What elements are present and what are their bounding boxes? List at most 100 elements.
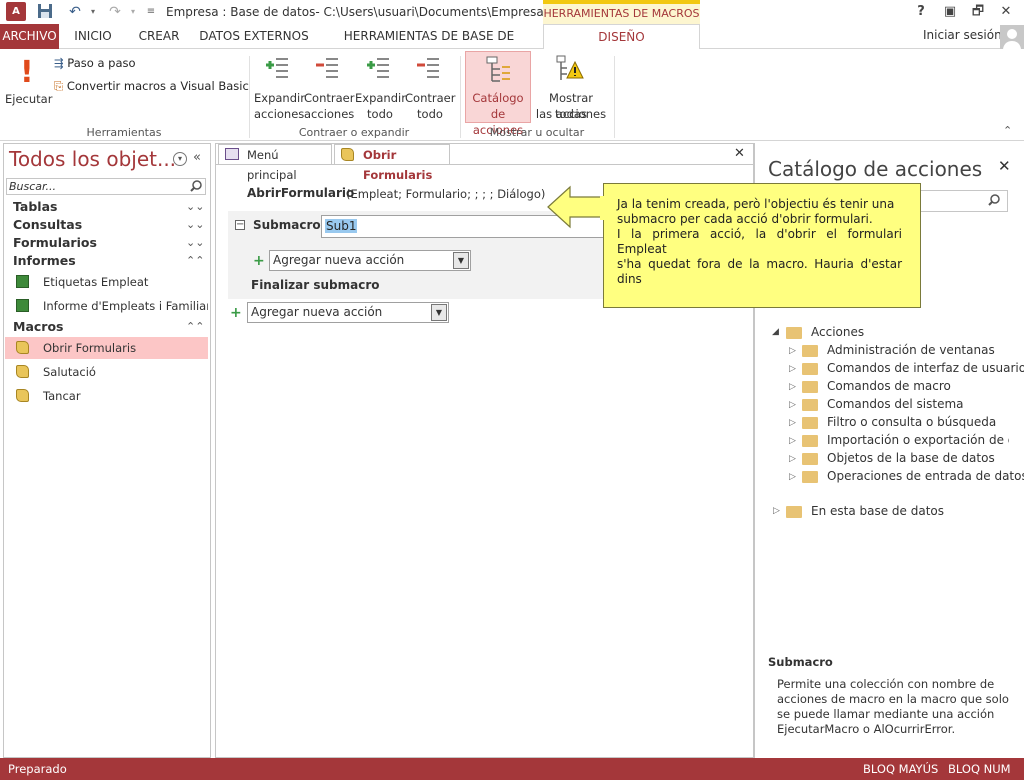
collapse-all-icon: [417, 58, 439, 78]
dropdown-arrow-icon[interactable]: ▼: [453, 252, 469, 269]
nav-category-tablas[interactable]: Tablas: [13, 199, 57, 214]
nav-collapse-icon[interactable]: «: [193, 150, 201, 165]
collapsed-arrow-icon[interactable]: ▷: [789, 454, 796, 464]
description-line: EjecutarMacro o AlOcurrirError.: [777, 722, 956, 736]
search-icon[interactable]: [987, 193, 1003, 209]
tree-item-folder[interactable]: Comandos de macro: [827, 379, 951, 393]
tree-item-folder[interactable]: Importación o exportación de datc: [827, 433, 1009, 447]
undo-icon[interactable]: ↶: [66, 3, 84, 21]
expand-all-button[interactable]: Expandir todo: [355, 54, 406, 122]
collapsed-arrow-icon[interactable]: ▷: [773, 506, 780, 516]
nav-category-consultas[interactable]: Consultas: [13, 217, 82, 232]
show-all-actions-button[interactable]: Mostrar todas las acciones: [533, 54, 609, 122]
tab-diseno[interactable]: DISEÑO: [543, 24, 700, 50]
run-button[interactable]: ! Ejecutar: [5, 55, 52, 115]
tree-item-folder[interactable]: Administración de ventanas: [827, 343, 995, 357]
expand-actions-button[interactable]: Expandir acciones: [254, 54, 305, 122]
nav-item-macro[interactable]: Salutació: [5, 361, 208, 383]
tab-inicio[interactable]: INICIO: [68, 24, 118, 49]
expand-actions-label-1: Expandir: [254, 91, 305, 105]
nav-menu-dropdown-icon[interactable]: ▾: [173, 152, 187, 166]
collapse-chevron-icon[interactable]: ⌃⌃: [186, 320, 204, 333]
doc-tab-menu-principal[interactable]: Menú principal: [218, 144, 332, 182]
access-app-icon[interactable]: A: [6, 2, 26, 21]
undo-dropdown-icon[interactable]: ▾: [84, 3, 102, 21]
action-catalog-button[interactable]: Catálogo de acciones: [465, 51, 531, 137]
step-button[interactable]: ⇶ Paso a paso: [54, 56, 136, 72]
expand-all-label-2: todo: [367, 107, 393, 121]
macro-icon: [16, 341, 29, 354]
save-icon[interactable]: [36, 3, 54, 21]
expanded-arrow-icon[interactable]: ◢: [772, 327, 779, 337]
show-all-actions-label-2: las acciones: [535, 107, 607, 121]
doc-tab-obrir-formularis[interactable]: Obrir Formularis: [334, 144, 450, 182]
callout-line: s'ha quedat fora de la macro. Hauria d'e…: [617, 257, 902, 286]
sign-in-link[interactable]: Iniciar sesión: [923, 28, 1002, 42]
collapsed-arrow-icon[interactable]: ▷: [789, 382, 796, 392]
annotation-callout: Ja la tenim creada, però l'objectiu és t…: [603, 183, 921, 308]
close-window-button[interactable]: ✕: [994, 2, 1018, 22]
num-lock-indicator: BLOQ NUM: [948, 762, 1011, 776]
nav-item-report[interactable]: Informe d'Empleats i Familiar...: [5, 295, 208, 317]
collapsed-arrow-icon[interactable]: ▷: [789, 472, 796, 482]
description-line: Permite una colección con nombre de: [777, 677, 995, 691]
collapse-actions-button[interactable]: Contraer acciones: [304, 54, 354, 122]
collapsed-arrow-icon[interactable]: ▷: [789, 400, 796, 410]
tab-datos-externos[interactable]: DATOS EXTERNOS: [198, 24, 310, 49]
add-action-dropdown-outer[interactable]: Agregar nueva acción ▼: [247, 302, 449, 323]
nav-search-input[interactable]: Buscar...: [6, 178, 206, 195]
nav-item-macro[interactable]: Tancar: [5, 385, 208, 407]
report-icon: [16, 275, 29, 288]
expand-actions-icon: [266, 58, 288, 78]
collapsed-arrow-icon[interactable]: ▷: [789, 418, 796, 428]
redo-dropdown-icon[interactable]: ▾: [124, 3, 142, 21]
folder-icon: [802, 453, 818, 465]
collapse-actions-label-1: Contraer: [304, 91, 355, 105]
collapsed-arrow-icon[interactable]: ▷: [789, 364, 796, 374]
tab-herramientas-bd[interactable]: HERRAMIENTAS DE BASE DE DATOS: [324, 24, 534, 68]
nav-category-informes[interactable]: Informes: [13, 253, 76, 268]
tree-item-folder[interactable]: Operaciones de entrada de datos: [827, 469, 1024, 483]
collapsed-arrow-icon[interactable]: ▷: [789, 346, 796, 356]
avatar[interactable]: [1000, 25, 1024, 49]
dropdown-arrow-icon[interactable]: ▼: [431, 304, 447, 321]
expand-chevron-icon[interactable]: ⌄⌄: [186, 218, 204, 231]
tab-crear[interactable]: CREAR: [132, 24, 186, 49]
convert-to-vb-button[interactable]: ⎘ Convertir macros a Visual Basic: [54, 79, 249, 95]
caps-lock-indicator: BLOQ MAYÚS: [863, 762, 939, 776]
expand-chevron-icon[interactable]: ⌄⌄: [186, 200, 204, 213]
folder-icon: [802, 399, 818, 411]
nav-pane-title[interactable]: Todos los objet...: [9, 147, 176, 171]
folder-icon: [786, 327, 802, 339]
help-button[interactable]: ?: [909, 2, 933, 22]
close-catalog-icon[interactable]: ✕: [998, 157, 1011, 175]
restore-button[interactable]: 🗗: [966, 2, 990, 22]
collapse-chevron-icon[interactable]: ⌃⌃: [186, 254, 204, 267]
tree-item-folder[interactable]: Filtro o consulta o búsqueda: [827, 415, 996, 429]
ribbon-display-options-icon[interactable]: ▣: [938, 2, 962, 22]
nav-category-macros[interactable]: Macros: [13, 319, 63, 334]
customize-qat-icon[interactable]: ≡: [142, 3, 160, 21]
tree-item-folder[interactable]: Comandos del sistema: [827, 397, 964, 411]
description-line: acciones de macro en la macro que solo: [777, 692, 1009, 706]
collapse-ribbon-icon[interactable]: ⌃: [1003, 124, 1012, 137]
collapsed-arrow-icon[interactable]: ▷: [789, 436, 796, 446]
redo-icon[interactable]: ↷: [106, 3, 124, 21]
collapse-submacro-icon[interactable]: −: [235, 220, 245, 230]
tree-item-acciones[interactable]: Acciones: [811, 325, 864, 339]
exclamation-icon: !: [20, 55, 34, 90]
tree-item-folder[interactable]: Objetos de la base de datos: [827, 451, 995, 465]
search-icon[interactable]: [189, 179, 205, 194]
nav-item-macro-selected[interactable]: Obrir Formularis: [5, 337, 208, 359]
action-name[interactable]: AbrirFormulario: [247, 186, 354, 200]
tab-archivo[interactable]: ARCHIVO: [0, 24, 59, 49]
folder-icon: [786, 506, 802, 518]
nav-item-report[interactable]: Etiquetas Empleat: [5, 271, 208, 293]
collapse-all-button[interactable]: Contraer todo: [405, 54, 455, 122]
expand-chevron-icon[interactable]: ⌄⌄: [186, 236, 204, 249]
add-action-dropdown[interactable]: Agregar nueva acción ▼: [269, 250, 471, 271]
nav-category-formularios[interactable]: Formularios: [13, 235, 97, 250]
tree-item-folder[interactable]: Comandos de interfaz de usuario: [827, 361, 1024, 375]
tree-item-en-esta-bd[interactable]: En esta base de datos: [811, 504, 944, 518]
close-doc-tab-icon[interactable]: ✕: [734, 146, 745, 161]
